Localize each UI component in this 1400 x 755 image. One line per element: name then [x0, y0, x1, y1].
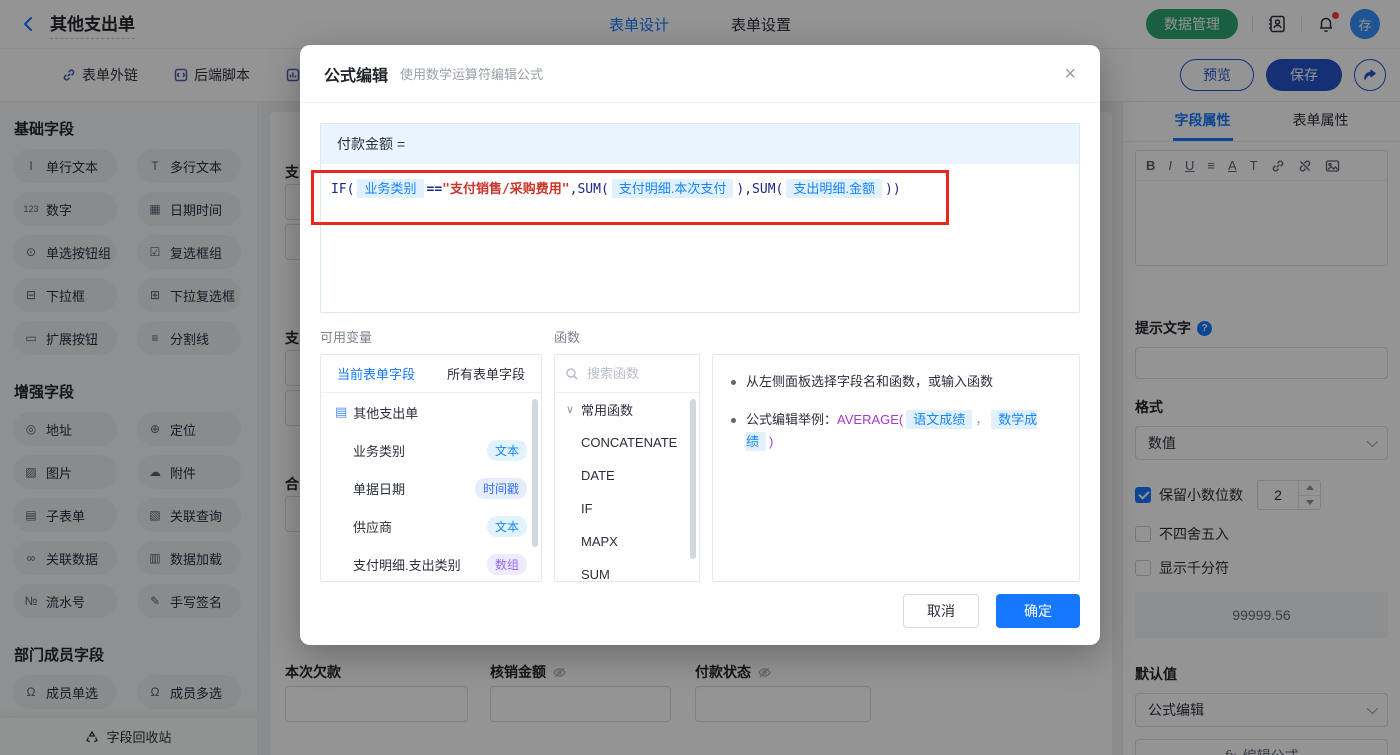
type-badge: 文本 [486, 439, 527, 461]
help-line-1: 从左侧面板选择字段名和函数，或输入函数 [731, 371, 1061, 393]
formula-operator: == [426, 182, 443, 197]
function-search-input[interactable] [585, 365, 675, 382]
function-group-common[interactable]: ∨ 常用函数 [555, 393, 699, 426]
example-fn-close: ) [769, 434, 774, 449]
root-label: 其他支出单 [353, 405, 419, 421]
variable-name: 单据日期 [353, 481, 406, 497]
variables-root-node[interactable]: ▤ 其他支出单 [321, 393, 541, 431]
formula-field-token[interactable]: 业务类别 [357, 179, 424, 198]
type-badge: 时间戳 [474, 477, 527, 499]
variables-tabs: 当前表单字段 所有表单字段 [321, 355, 541, 393]
type-badge: 文本 [486, 515, 527, 537]
variable-item[interactable]: 业务类别 文本 [321, 431, 541, 469]
confirm-button[interactable]: 确定 [996, 594, 1080, 628]
example-separator: ， [975, 412, 989, 427]
scrollbar-thumb[interactable] [690, 399, 696, 559]
cancel-button[interactable]: 取消 [903, 594, 979, 628]
tab-all-form-fields[interactable]: 所有表单字段 [431, 355, 541, 392]
type-badge: 数组 [486, 553, 527, 575]
variable-name: 供应商 [353, 519, 393, 535]
scrollbar-thumb[interactable] [532, 399, 538, 547]
panel-labels: 可用变量 函数 [320, 327, 1080, 346]
variable-name: 业务类别 [353, 443, 406, 459]
modal-header: 公式编辑 使用数学运算符编辑公式 × [300, 45, 1100, 103]
function-name: SUM [581, 567, 610, 582]
help-panel: 从左侧面板选择字段名和函数，或输入函数 公式编辑举例：AVERAGE(语文成绩，… [712, 354, 1080, 582]
function-name: IF [581, 501, 593, 516]
formula-editor: 付款金额 = IF(业务类别 =="支付销售/采购费用",SUM(支付明细.本次支… [320, 123, 1080, 313]
variable-item[interactable]: 支付明细.支出类别 数组 [321, 545, 541, 581]
app-root: 其他支出单 表单设计 表单设置 数据管理 存 表单外链 后端脚本 预览 保存 基… [0, 0, 1400, 755]
formula-fn: ,SUM( [569, 182, 609, 197]
search-icon [565, 367, 579, 381]
formula-edit-modal: 公式编辑 使用数学运算符编辑公式 × 付款金额 = IF(业务类别 =="支付销售… [300, 45, 1100, 645]
bullet-icon [731, 418, 736, 423]
modal-footer: 取消 确定 [903, 594, 1080, 628]
modal-title: 公式编辑 [324, 67, 389, 85]
function-search [555, 355, 699, 393]
formula-input-area[interactable]: IF(业务类别 =="支付销售/采购费用",SUM(支付明细.本次支付),SUM(… [321, 164, 1079, 312]
document-icon: ▤ [335, 404, 348, 419]
functions-panel: ∨常用函数 CONCATENATE DATE IF MAPX SUM ›数学函数… [554, 354, 700, 582]
formula-fn: ),SUM( [736, 182, 784, 197]
example-field-token: 语文成绩 [906, 410, 973, 429]
modal-subtitle: 使用数学运算符编辑公式 [400, 67, 544, 82]
function-name: MAPX [581, 534, 618, 549]
function-item[interactable]: SUM [555, 558, 699, 582]
function-name: CONCATENATE [581, 435, 678, 450]
group-label: 常用函数 [581, 403, 634, 418]
variable-item[interactable]: 单据日期 时间戳 [321, 469, 541, 507]
formula-field-token[interactable]: 支付明细.本次支付 [611, 179, 734, 198]
help-example: 公式编辑举例：AVERAGE(语文成绩，数学成绩) [746, 409, 1061, 453]
example-fn-open: AVERAGE( [837, 412, 904, 427]
function-item[interactable]: MAPX [555, 525, 699, 558]
formula-fn: )) [885, 182, 901, 197]
function-item[interactable]: CONCATENATE [555, 426, 699, 459]
formula-string: "支付销售/采购费用" [442, 182, 570, 197]
example-label: 公式编辑举例： [746, 412, 838, 427]
variable-item[interactable]: 供应商 文本 [321, 507, 541, 545]
help-line-2: 公式编辑举例：AVERAGE(语文成绩，数学成绩) [731, 409, 1061, 453]
variables-panel: 当前表单字段 所有表单字段 ▤ 其他支出单 业务类别 文本 单据日期 时间戳 供应商… [320, 354, 542, 582]
help-text: 从左侧面板选择字段名和函数，或输入函数 [746, 374, 994, 389]
tab-current-form-fields[interactable]: 当前表单字段 [321, 355, 431, 392]
bullet-icon [731, 380, 736, 385]
variables-label: 可用变量 [320, 330, 373, 345]
formula-target-field: 付款金额 = [321, 124, 1079, 164]
function-name: DATE [581, 468, 615, 483]
close-icon[interactable]: × [1064, 64, 1076, 84]
variable-name: 支付明细.支出类别 [353, 557, 461, 573]
function-item[interactable]: DATE [555, 459, 699, 492]
caret-down-icon: ∨ [565, 404, 575, 416]
formula-fn: IF( [331, 182, 355, 197]
functions-label: 函数 [554, 330, 581, 345]
formula-field-token[interactable]: 支出明细.金额 [786, 179, 882, 198]
function-item[interactable]: IF [555, 492, 699, 525]
